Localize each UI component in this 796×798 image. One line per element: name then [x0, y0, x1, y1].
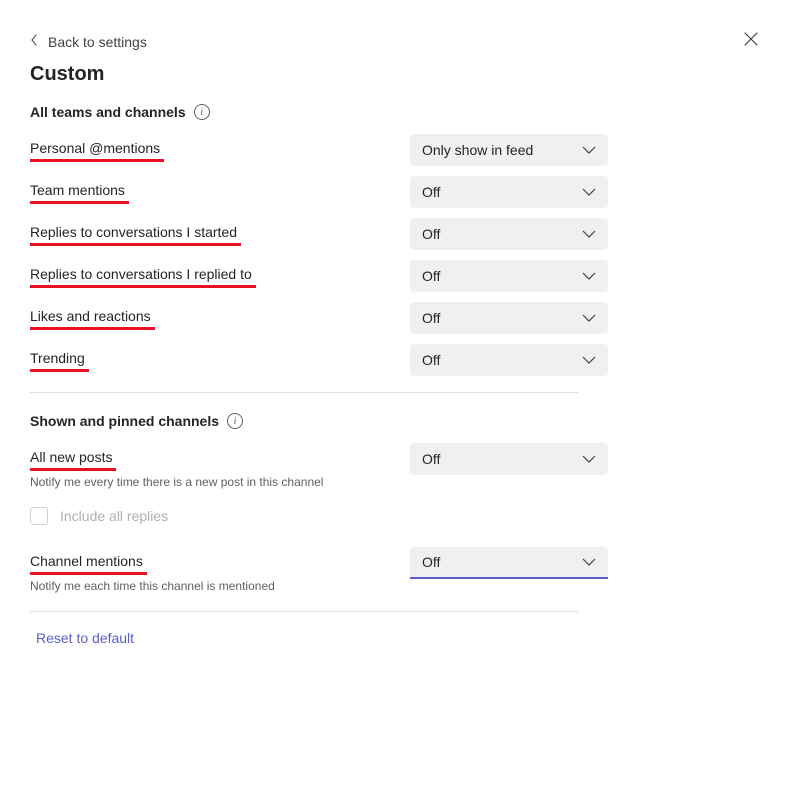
dropdown-value: Off — [422, 554, 440, 570]
checkbox-include-all-replies[interactable] — [30, 507, 48, 525]
info-icon[interactable]: i — [194, 104, 210, 120]
close-icon — [744, 33, 758, 50]
dropdown-value: Off — [422, 310, 440, 326]
divider — [30, 392, 578, 393]
close-button[interactable] — [736, 28, 766, 55]
setting-label-replies-repliedto: Replies to conversations I replied to — [30, 266, 252, 282]
dropdown-trending[interactable]: Off — [410, 344, 608, 376]
dropdown-all-new-posts[interactable]: Off — [410, 443, 608, 475]
setting-label-personal-mentions: Personal @mentions — [30, 140, 160, 156]
setting-sub-channel-mentions: Notify me each time this channel is ment… — [30, 579, 275, 593]
setting-label-channel-mentions: Channel mentions — [30, 553, 143, 569]
divider — [30, 611, 578, 612]
dropdown-value: Off — [422, 184, 440, 200]
checkbox-label-include-all-replies: Include all replies — [60, 508, 168, 524]
dropdown-replies-started[interactable]: Off — [410, 218, 608, 250]
chevron-down-icon — [582, 188, 596, 196]
page-title: Custom — [30, 63, 766, 86]
dropdown-value: Off — [422, 352, 440, 368]
dropdown-channel-mentions[interactable]: Off — [410, 547, 608, 579]
chevron-down-icon — [582, 455, 596, 463]
setting-label-trending: Trending — [30, 350, 85, 366]
dropdown-likes-reactions[interactable]: Off — [410, 302, 608, 334]
chevron-down-icon — [582, 272, 596, 280]
setting-label-team-mentions: Team mentions — [30, 182, 125, 198]
dropdown-replies-repliedto[interactable]: Off — [410, 260, 608, 292]
chevron-down-icon — [582, 356, 596, 364]
chevron-down-icon — [582, 146, 596, 154]
chevron-down-icon — [582, 230, 596, 238]
chevron-left-icon — [30, 34, 38, 49]
chevron-down-icon — [582, 558, 596, 566]
dropdown-team-mentions[interactable]: Off — [410, 176, 608, 208]
dropdown-value: Only show in feed — [422, 142, 533, 158]
setting-label-replies-started: Replies to conversations I started — [30, 224, 237, 240]
dropdown-value: Off — [422, 226, 440, 242]
dropdown-value: Off — [422, 268, 440, 284]
reset-to-default-link[interactable]: Reset to default — [30, 626, 140, 650]
setting-label-all-new-posts: All new posts — [30, 449, 112, 465]
chevron-down-icon — [582, 314, 596, 322]
dropdown-value: Off — [422, 451, 440, 467]
info-icon[interactable]: i — [227, 413, 243, 429]
section-title-all-teams: All teams and channels — [30, 104, 186, 120]
back-label: Back to settings — [48, 34, 147, 50]
back-to-settings-link[interactable]: Back to settings — [30, 34, 147, 50]
dropdown-personal-mentions[interactable]: Only show in feed — [410, 134, 608, 166]
section-title-pinned-channels: Shown and pinned channels — [30, 413, 219, 429]
setting-label-likes-reactions: Likes and reactions — [30, 308, 151, 324]
setting-sub-all-new-posts: Notify me every time there is a new post… — [30, 475, 323, 489]
